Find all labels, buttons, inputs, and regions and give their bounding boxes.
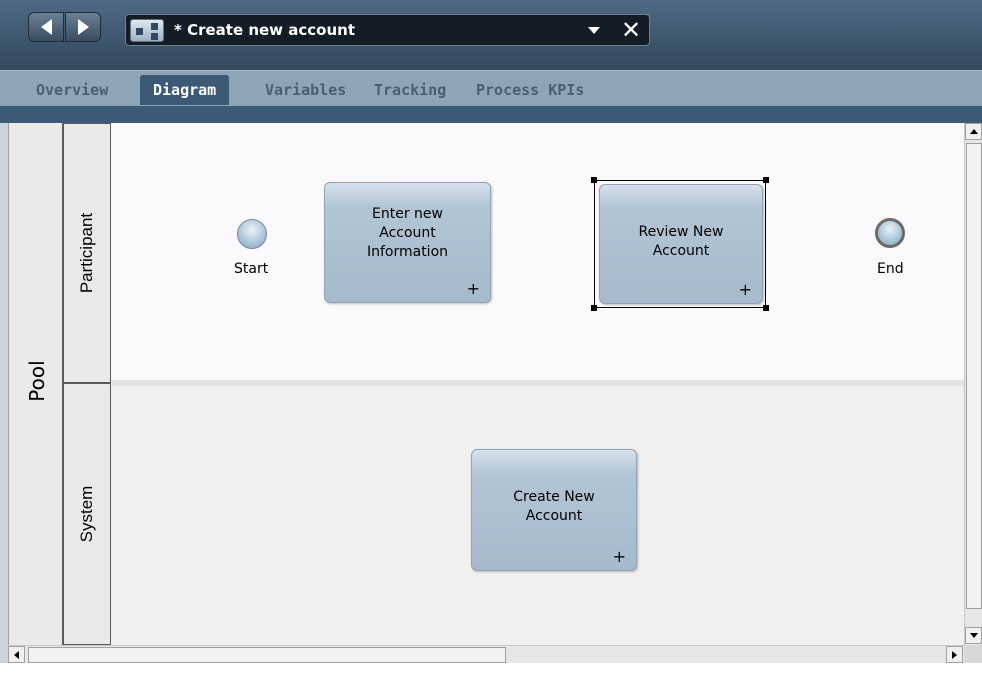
task-enter-new-account-information[interactable]: Enter new Account Information + — [324, 182, 491, 303]
task-label: Review New Account — [600, 223, 762, 261]
end-event[interactable] — [875, 218, 905, 248]
forward-arrow-icon — [77, 19, 89, 35]
scroll-left-button[interactable] — [8, 646, 25, 663]
scroll-up-button[interactable] — [965, 123, 982, 140]
chevron-down-icon[interactable] — [588, 27, 600, 34]
expand-icon[interactable]: + — [739, 280, 752, 299]
expand-icon[interactable]: + — [467, 279, 480, 298]
scroll-right-button[interactable] — [946, 646, 963, 663]
tab-overview[interactable]: Overview — [36, 75, 108, 105]
forward-button[interactable] — [65, 12, 101, 42]
task-label-line: Create New — [513, 489, 595, 505]
vertical-scroll-thumb[interactable] — [966, 143, 982, 609]
arrow-up-icon — [969, 129, 978, 134]
task-label-line: Account — [525, 508, 583, 524]
pool-label: Pool — [25, 360, 49, 402]
resize-handle[interactable] — [591, 305, 597, 311]
task-label-line: Enter new — [372, 206, 443, 222]
lane-participant[interactable] — [111, 123, 964, 380]
process-title-selector[interactable]: * Create new account ✕ — [125, 14, 650, 46]
resize-handle[interactable] — [591, 177, 597, 183]
resize-handle[interactable] — [763, 177, 769, 183]
task-label: Create New Account — [472, 488, 636, 526]
back-arrow-icon — [40, 19, 52, 35]
task-label-line: Review New — [638, 224, 724, 240]
task-label: Enter new Account Information — [325, 205, 490, 262]
editor-tab-bar: Overview Diagram Variables Tracking Proc… — [0, 70, 982, 106]
resize-handle[interactable] — [763, 305, 769, 311]
arrow-right-icon — [952, 650, 957, 659]
scroll-down-button[interactable] — [965, 627, 982, 644]
process-diagram-icon — [130, 19, 164, 42]
expand-icon[interactable]: + — [613, 547, 626, 566]
task-label-line: Account — [379, 225, 436, 241]
task-label-line: Account — [652, 243, 710, 259]
pool-header[interactable]: Pool — [8, 123, 63, 645]
horizontal-scrollbar[interactable] — [8, 645, 964, 663]
back-button[interactable] — [28, 12, 64, 42]
horizontal-scroll-thumb[interactable] — [28, 647, 506, 663]
start-event[interactable] — [237, 219, 267, 249]
tab-diagram[interactable]: Diagram — [140, 75, 230, 105]
tab-variables[interactable]: Variables — [265, 75, 346, 105]
tab-bar-underline — [0, 106, 982, 123]
diagram-canvas[interactable]: Pool Participant System Start Enter new … — [8, 123, 964, 645]
lane-label-system: System — [77, 485, 96, 543]
lane-header-participant[interactable]: Participant — [63, 123, 111, 383]
task-create-new-account[interactable]: Create New Account + — [471, 449, 637, 571]
vertical-scrollbar[interactable] — [964, 123, 982, 645]
lane-label-participant: Participant — [77, 212, 96, 294]
editor-title-bar: * Create new account ✕ — [0, 0, 982, 70]
process-title: * Create new account — [174, 21, 356, 39]
end-event-label: End — [877, 261, 904, 277]
task-review-new-account[interactable]: Review New Account + — [599, 184, 763, 304]
arrow-left-icon — [14, 650, 19, 659]
tab-tracking[interactable]: Tracking — [374, 75, 446, 105]
scrollbar-corner — [964, 645, 982, 663]
close-icon[interactable]: ✕ — [616, 15, 646, 45]
arrow-down-icon — [969, 633, 978, 638]
task-label-line: Information — [366, 244, 449, 260]
canvas-left-border — [0, 123, 8, 663]
start-event-label: Start — [234, 261, 269, 277]
bottom-margin — [0, 663, 982, 675]
tab-process-kpis[interactable]: Process KPIs — [476, 75, 584, 105]
lane-header-system[interactable]: System — [63, 383, 111, 645]
